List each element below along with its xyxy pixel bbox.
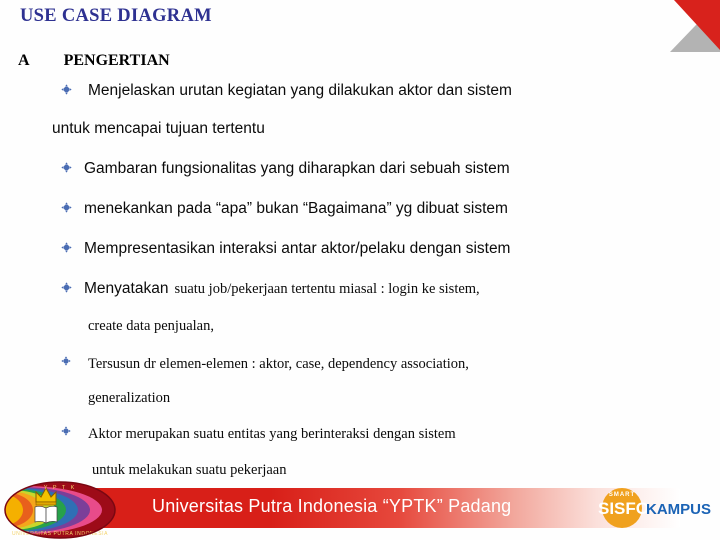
list-item-continuation: untuk mencapai tujuan tertentu xyxy=(52,120,265,137)
logo-initials: Y P T K xyxy=(44,485,77,491)
page-title: USE CASE DIAGRAM xyxy=(20,6,212,26)
list-item-lead: Menyatakan xyxy=(84,280,169,297)
sisfo-smart-text: SMART xyxy=(609,492,635,498)
university-logo: Y P T K UNIVERSITAS PUTRA INDONESIA xyxy=(4,480,116,540)
book-icon xyxy=(34,505,58,524)
list-item-text: Aktor merupakan suatu entitas yang berin… xyxy=(88,426,456,442)
move-cross-bullet-icon xyxy=(58,84,74,95)
section-title: PENGERTIAN xyxy=(63,52,170,69)
list-item-text: menekankan pada “apa” bukan “Bagaimana” … xyxy=(84,200,508,217)
list-item-text: Mempresentasikan interaksi antar aktor/p… xyxy=(84,240,511,257)
list-item-continuation: generalization xyxy=(88,390,171,406)
list-item-text: Menyatakan suatu job/pekerjaan tertentu m… xyxy=(84,280,480,298)
move-cross-bullet-icon xyxy=(58,242,74,253)
list-item-text: Gambaran fungsionalitas yang diharapkan … xyxy=(84,160,510,177)
list-item-continuation: untuk melakukan suatu pekerjaan xyxy=(92,462,287,478)
move-cross-bullet-icon xyxy=(58,162,74,173)
move-cross-bullet-icon xyxy=(58,356,74,366)
corner-decoration xyxy=(648,0,720,52)
footer-banner-text: Universitas Putra Indonesia “YPTK” Padan… xyxy=(152,496,512,516)
list-item-continuation: create data penjualan, xyxy=(88,318,214,334)
corner-gray-triangle xyxy=(670,0,720,52)
list-item-text: Menjelaskan urutan kegiatan yang dilakuk… xyxy=(88,82,512,99)
move-cross-bullet-icon xyxy=(58,202,74,213)
corner-red-triangle xyxy=(674,0,720,50)
section-letter: A xyxy=(18,52,30,69)
footer-banner: Universitas Putra Indonesia “YPTK” Padan… xyxy=(0,478,720,540)
list-item-text: Tersusun dr elemen-elemen : aktor, case,… xyxy=(88,356,469,372)
move-cross-bullet-icon xyxy=(58,426,74,436)
sisfo-word-sisfo: SISFO xyxy=(598,499,649,518)
sisfokampus-logo: SMART SISFO KAMPUS xyxy=(592,484,720,532)
list-item-rest: suatu job/pekerjaan tertentu miasal : lo… xyxy=(174,281,480,297)
section-heading: A PENGERTIAN xyxy=(18,52,170,70)
sisfo-word-kampus: KAMPUS xyxy=(646,501,711,518)
move-cross-bullet-icon xyxy=(58,282,74,293)
